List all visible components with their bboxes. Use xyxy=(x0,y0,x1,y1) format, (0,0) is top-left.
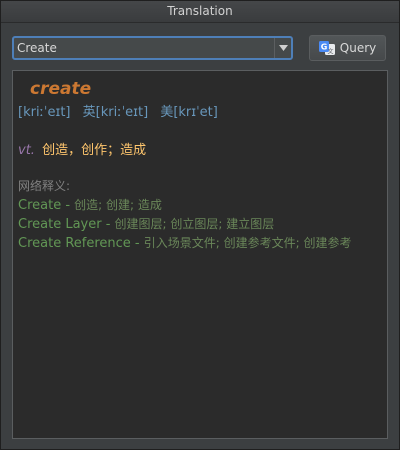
web-separator: - xyxy=(101,217,115,232)
web-term: Create Layer xyxy=(18,217,102,232)
translation-window: Translation Create G 文 Query create [kri… xyxy=(0,0,400,450)
list-item: Create - 创造; 创建; 造成 xyxy=(18,196,387,215)
basic-meaning: vt. 创造，创作；造成 xyxy=(18,139,146,158)
translation-result-panel[interactable]: create [kriːˈeɪt] 英[kriːˈeɪt] 美[krɪˈet] … xyxy=(12,70,388,439)
phonetic-us: 美[krɪˈet] xyxy=(160,105,218,120)
list-item: Create Reference - 引入场景文件; 创建参考文件; 创建参考 xyxy=(18,234,387,253)
meaning-text: 创造，创作；造成 xyxy=(42,143,147,158)
word-combo-value[interactable]: Create xyxy=(14,41,274,55)
phonetic-line: [kriːˈeɪt] 英[kriːˈeɪt] 美[krɪˈet] xyxy=(18,101,226,120)
window-title: Translation xyxy=(1,1,399,23)
svg-text:文: 文 xyxy=(327,48,333,56)
web-term: Create Reference xyxy=(18,236,131,251)
web-separator: - xyxy=(61,198,75,213)
google-translate-icon: G 文 xyxy=(318,40,335,56)
query-button[interactable]: G 文 Query xyxy=(309,35,386,61)
phonetic-general: [kriːˈeɪt] xyxy=(18,105,71,120)
part-of-speech: vt. xyxy=(18,143,35,158)
headword: create xyxy=(30,79,92,99)
web-translations: 创造; 创建; 造成 xyxy=(74,198,162,212)
word-combo-box[interactable]: Create xyxy=(12,36,293,60)
chevron-down-icon[interactable] xyxy=(274,38,291,58)
svg-text:G: G xyxy=(320,43,327,52)
web-translations: 引入场景文件; 创建参考文件; 创建参考 xyxy=(143,236,352,250)
web-translations: 创建图层; 创立图层; 建立图层 xyxy=(114,217,275,231)
web-term: Create xyxy=(18,198,62,213)
query-button-label: Query xyxy=(339,41,377,55)
web-definitions-heading: 网络释义: xyxy=(18,179,71,193)
list-item: Create Layer - 创建图层; 创立图层; 建立图层 xyxy=(18,215,387,234)
web-separator: - xyxy=(130,236,144,251)
phonetic-uk: 英[kriːˈeɪt] xyxy=(82,105,149,120)
toolbar: Create G 文 Query xyxy=(1,23,399,69)
web-definitions-list: Create - 创造; 创建; 造成 Create Layer - 创建图层;… xyxy=(18,196,387,253)
